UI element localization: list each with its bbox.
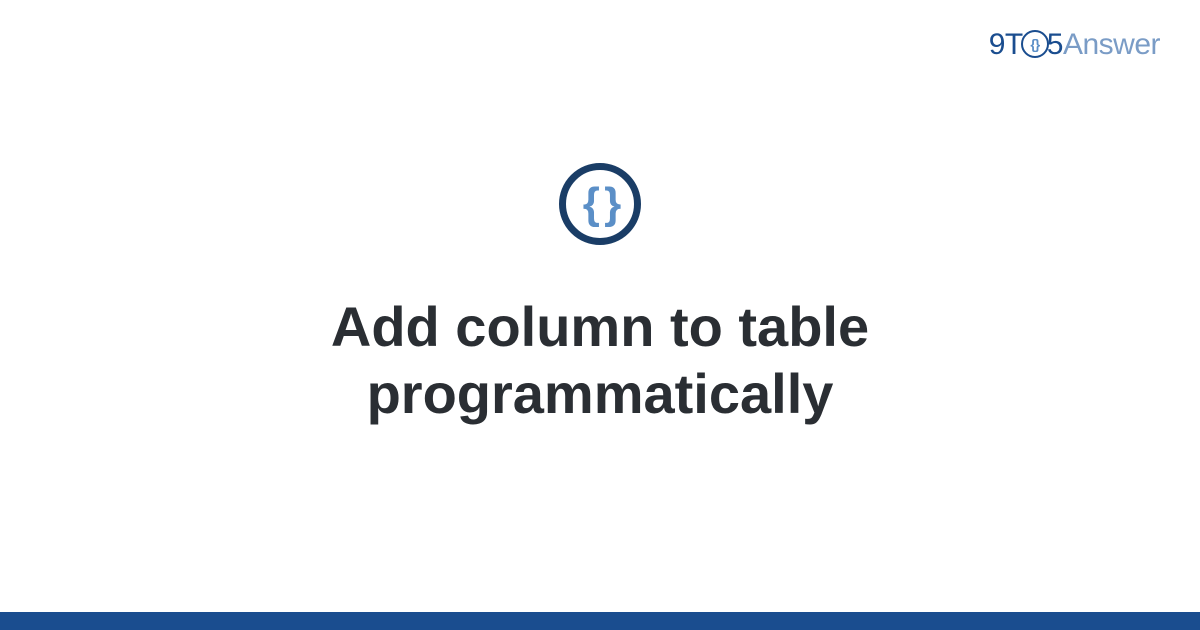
code-braces-icon: { } <box>559 163 641 245</box>
footer-bar <box>0 612 1200 630</box>
braces-glyph: { } <box>583 179 617 229</box>
main-content: { } Add column to table programmatically <box>0 0 1200 630</box>
page-title: Add column to table programmatically <box>150 293 1050 427</box>
